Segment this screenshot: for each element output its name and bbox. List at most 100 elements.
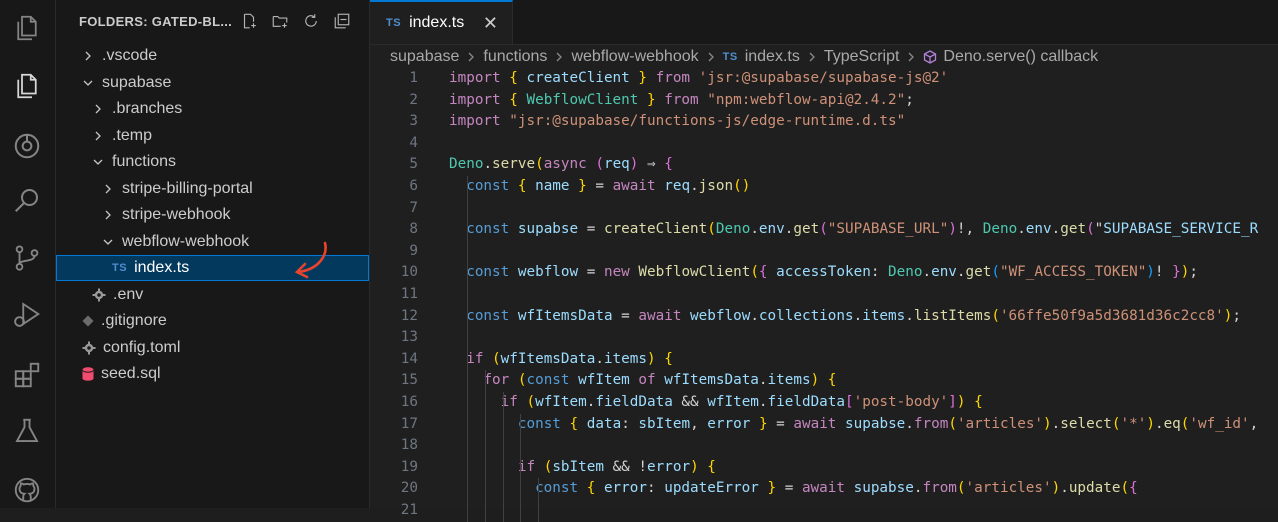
code-line[interactable]: 15 for (const wfItem of wfItemsData.item… xyxy=(370,370,1278,392)
code-line[interactable]: 3 import "jsr:@supabase/functions-js/edge… xyxy=(370,111,1278,133)
git-file-icon xyxy=(82,315,94,327)
chevron-down-icon xyxy=(82,77,94,89)
chevron-right-icon xyxy=(102,209,114,221)
tree-item-gitignore[interactable]: .gitignore xyxy=(56,308,369,334)
code-line[interactable]: 17 const { data: sbItem, error } = await… xyxy=(370,414,1278,436)
new-file-icon[interactable] xyxy=(239,11,259,31)
chevron-right-icon xyxy=(807,52,817,62)
code-text: const webflow = new WebflowClient({ acce… xyxy=(466,264,1198,281)
code-line[interactable]: 11 xyxy=(370,284,1278,306)
tree-item-label: seed.sql xyxy=(101,365,161,382)
tree-item-env[interactable]: .env xyxy=(56,282,369,308)
line-number: 5 xyxy=(409,156,418,173)
explorer-header: FOLDERS: GATED-BL... xyxy=(56,0,369,44)
code-line[interactable]: 5 Deno.serve(async (req) ⇒ { xyxy=(370,154,1278,176)
code-line[interactable]: 6 const { name } = await req.json() xyxy=(370,176,1278,198)
tree-item-temp[interactable]: .temp xyxy=(56,123,369,149)
breadcrumb-item-language[interactable]: TypeScript xyxy=(824,48,900,66)
line-number: 4 xyxy=(409,134,418,151)
line-number: 14 xyxy=(400,350,418,367)
code-text: const { data: sbItem, error } = await su… xyxy=(517,415,1259,432)
tree-item-label: functions xyxy=(112,153,177,170)
testing-icon[interactable] xyxy=(9,413,45,449)
line-number: 15 xyxy=(400,372,418,389)
breadcrumb-item-supabase[interactable]: supabase xyxy=(390,48,459,66)
code-line[interactable]: 1 import { createClient } from 'jsr:@supa… xyxy=(370,68,1278,90)
remote-icon[interactable] xyxy=(9,128,45,164)
tree-item-label: .env xyxy=(113,285,144,303)
indent-guide xyxy=(467,176,468,522)
tree-item-branches[interactable]: .branches xyxy=(56,96,369,122)
code-line[interactable]: 14 if (wfItemsData.items) { xyxy=(370,349,1278,371)
tree-item-supabase[interactable]: supabase xyxy=(56,70,369,96)
chevron-right-icon xyxy=(706,52,716,62)
indent-guide xyxy=(503,392,504,522)
tree-item-label: config.toml xyxy=(103,338,181,356)
chevron-right-icon xyxy=(102,183,114,195)
indent-guide xyxy=(538,478,539,522)
line-number: 2 xyxy=(409,91,418,108)
breadcrumb-item-file[interactable]: index.ts xyxy=(745,48,800,66)
tree-item-seed-sql[interactable]: seed.sql xyxy=(56,361,369,387)
code-line[interactable]: 4 xyxy=(370,133,1278,155)
chevron-right-icon xyxy=(466,52,476,62)
tree-item-label: .gitignore xyxy=(101,312,167,329)
chevron-right-icon xyxy=(906,52,916,62)
line-number: 19 xyxy=(400,458,418,475)
line-number: 12 xyxy=(400,307,418,324)
chevron-right-icon xyxy=(92,130,104,142)
tree-item-stripe-webhook[interactable]: stripe-webhook xyxy=(56,202,369,228)
search-icon[interactable] xyxy=(9,182,45,218)
tree-item-config-toml[interactable]: config.toml xyxy=(56,335,369,361)
explorer-toolbar xyxy=(239,11,352,31)
source-control-icon[interactable] xyxy=(9,240,45,276)
close-icon[interactable]: ✕ xyxy=(483,14,498,32)
code-text: const wfItemsData = await webflow.collec… xyxy=(466,307,1241,324)
tree-item-label: stripe-billing-portal xyxy=(122,179,253,197)
code-line[interactable]: 12 const wfItemsData = await webflow.col… xyxy=(370,306,1278,328)
code-line[interactable]: 9 xyxy=(370,241,1278,263)
line-number: 6 xyxy=(409,178,418,194)
tab-bar: TS index.ts ✕ xyxy=(370,0,1278,45)
database-icon xyxy=(82,367,94,381)
code-line[interactable]: 13 xyxy=(370,327,1278,349)
chevron-right-icon xyxy=(92,103,104,115)
explorer-files-icon[interactable] xyxy=(9,10,45,46)
code-line[interactable]: 7 xyxy=(370,198,1278,220)
run-debug-icon[interactable] xyxy=(9,296,45,332)
tree-item-label: .vscode xyxy=(102,47,158,64)
line-number: 20 xyxy=(400,480,418,497)
tree-item-stripe-billing-portal[interactable]: stripe-billing-portal xyxy=(56,176,369,202)
breadcrumb-item-symbol[interactable]: Deno.serve() callback xyxy=(943,48,1098,66)
line-number: 1 xyxy=(409,70,418,86)
gear-icon xyxy=(82,341,96,355)
code-text: Deno.serve(async (req) ⇒ { xyxy=(449,156,673,173)
code-line[interactable]: 20 const { error: updateError } = await … xyxy=(370,478,1278,500)
tab-index-ts[interactable]: TS index.ts ✕ xyxy=(370,0,513,44)
ts-badge: TS xyxy=(112,262,128,274)
tree-item-vscode[interactable]: .vscode xyxy=(56,43,369,69)
tree-item-label: .branches xyxy=(112,100,183,117)
typescript-file-icon: TS xyxy=(112,262,127,274)
github-icon[interactable] xyxy=(9,472,45,508)
indent-guide xyxy=(485,370,486,522)
breadcrumb-item-webflow-webhook[interactable]: webflow-webhook xyxy=(571,48,698,66)
extensions-icon[interactable] xyxy=(9,357,45,393)
explorer-active-icon[interactable] xyxy=(9,68,45,104)
code-line[interactable]: 21 xyxy=(370,500,1278,522)
line-number: 10 xyxy=(400,264,418,281)
tab-label: index.ts xyxy=(409,14,465,31)
typescript-file-icon: TS xyxy=(722,51,738,63)
breadcrumb-item-functions[interactable]: functions xyxy=(483,48,547,66)
code-line[interactable]: 19 if (sbItem && !error) { xyxy=(370,457,1278,479)
tree-item-functions[interactable]: functions xyxy=(56,149,369,175)
collapse-icon[interactable] xyxy=(332,11,352,31)
refresh-icon[interactable] xyxy=(301,11,321,31)
code-line[interactable]: 8 const supabse = createClient(Deno.env.… xyxy=(370,219,1278,241)
new-folder-icon[interactable] xyxy=(270,11,290,31)
code-line[interactable]: 18 xyxy=(370,435,1278,457)
code-line[interactable]: 16 if (wfItem.fieldData && wfItem.fieldD… xyxy=(370,392,1278,414)
activity-bar xyxy=(0,0,56,508)
code-line[interactable]: 2 import { WebflowClient } from "npm:webf… xyxy=(370,90,1278,112)
code-line[interactable]: 10 const webflow = new WebflowClient({ a… xyxy=(370,262,1278,284)
